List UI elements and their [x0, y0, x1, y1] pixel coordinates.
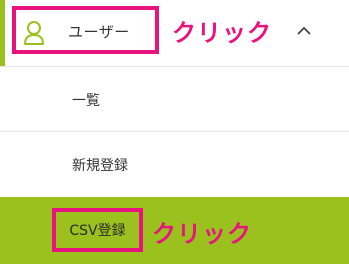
sidebar-item-list[interactable]: 一覧: [72, 90, 100, 110]
click-annotation-csv: クリック: [152, 220, 252, 248]
sidebar-item-csv-label: CSV登録: [69, 223, 126, 239]
highlight-box-csv: CSV登録: [52, 208, 143, 252]
divider: [0, 131, 349, 132]
highlight-box-user: [12, 6, 159, 54]
active-section-indicator: [0, 0, 5, 66]
click-annotation-user: クリック: [172, 19, 272, 47]
sidebar-item-new-registration[interactable]: 新規登録: [72, 155, 128, 175]
chevron-up-icon[interactable]: [296, 26, 312, 36]
bottom-spacer: [0, 264, 349, 271]
divider: [0, 66, 349, 67]
